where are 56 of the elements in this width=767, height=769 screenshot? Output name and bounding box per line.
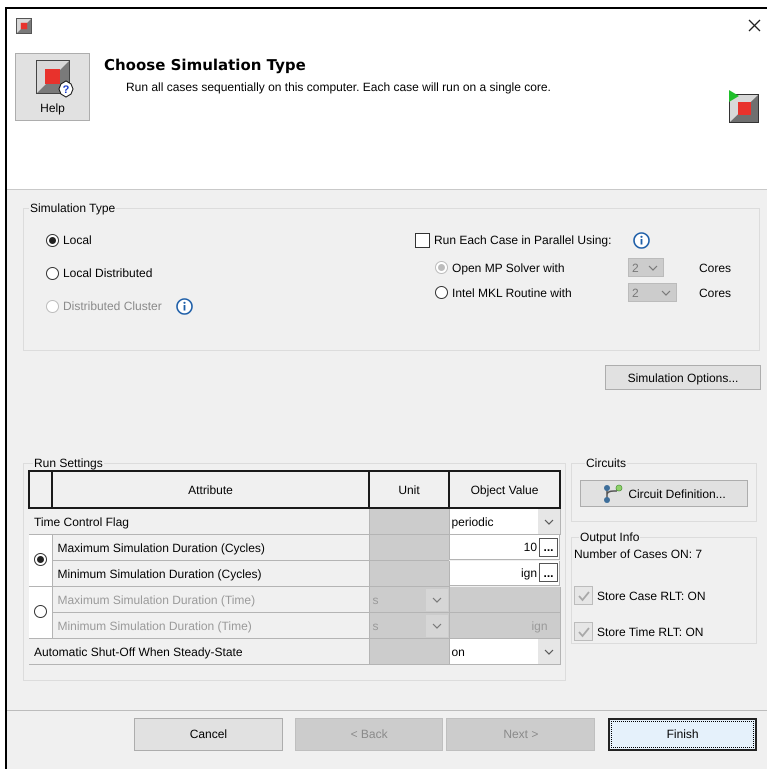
radio-button[interactable] <box>46 266 59 280</box>
radio-button[interactable] <box>435 286 448 299</box>
browse-button[interactable]: ... <box>539 563 558 582</box>
radio-button[interactable] <box>34 552 47 566</box>
simulation-options-button[interactable]: Simulation Options... <box>605 365 761 390</box>
option-label: Intel MKL Routine with <box>452 286 573 300</box>
option-label: Run Each Case in Parallel Using: <box>434 233 612 247</box>
value-field[interactable]: 10 <box>524 540 539 554</box>
attribute-cell: Maximum Simulation Duration (Cycles) <box>52 534 369 560</box>
chevron-down-icon <box>544 518 554 524</box>
option-label: Local <box>63 233 92 247</box>
check-mark-icon <box>576 590 590 602</box>
branch-icon <box>602 484 624 504</box>
group-title: Simulation Type <box>29 201 116 215</box>
browse-button[interactable]: ... <box>539 538 558 556</box>
header-cell <box>29 471 52 508</box>
option-label: Distributed Cluster <box>63 299 162 313</box>
attribute-cell: Minimum Simulation Duration (Time) <box>52 612 369 638</box>
attribute-cell: Minimum Simulation Duration (Cycles) <box>52 560 369 586</box>
option-label: Open MP Solver with <box>452 260 566 274</box>
dialog-title: Choose Simulation Type <box>104 56 307 74</box>
chevron-down-icon <box>544 648 554 654</box>
chevron-down-icon <box>432 622 442 628</box>
dialog-description: Run all cases sequentially on this computer. Each case will run on a single core. <box>126 80 552 94</box>
chevron-down-icon <box>432 596 442 602</box>
check-mark-icon <box>576 626 590 638</box>
close-button[interactable] <box>746 17 763 34</box>
column-header: Attribute <box>52 471 369 508</box>
chevron-down-icon <box>648 264 658 270</box>
group-title: Run Settings <box>33 456 104 470</box>
close-icon <box>748 19 761 32</box>
radio-button[interactable] <box>46 234 59 246</box>
dialog-button[interactable]: Finish <box>608 718 757 750</box>
cores-label: Cores <box>699 286 732 300</box>
attribute-cell: Time Control Flag <box>29 508 369 534</box>
option-label: Store Case RLT: ON <box>597 588 706 602</box>
chevron-down-icon <box>661 290 671 296</box>
attribute-cell: Maximum Simulation Duration (Time) <box>52 586 369 612</box>
value-dropdown[interactable]: periodic <box>450 509 560 534</box>
column-header: Object Value <box>449 471 560 508</box>
option-label: Local Distributed <box>63 266 152 280</box>
attribute-cell: Automatic Shut-Off When Steady-State <box>29 638 369 664</box>
value-field[interactable]: ign <box>520 566 539 580</box>
group-title: Circuits <box>585 456 628 470</box>
cores-label: Cores <box>699 260 732 274</box>
dialog-button[interactable]: Cancel <box>134 718 283 750</box>
help-button[interactable]: ? Help <box>15 53 90 121</box>
cases-count: Number of Cases ON: 7 <box>574 547 704 563</box>
checkbox[interactable] <box>415 232 430 248</box>
group-title: Output Info <box>579 530 640 544</box>
value-dropdown[interactable]: on <box>450 639 560 664</box>
run-logo-icon <box>728 90 762 124</box>
app-icon <box>16 18 32 34</box>
column-header: Unit <box>369 471 449 508</box>
option-label: Store Time RLT: ON <box>597 624 704 638</box>
circuit-definition-button[interactable]: Circuit Definition... <box>580 480 748 507</box>
